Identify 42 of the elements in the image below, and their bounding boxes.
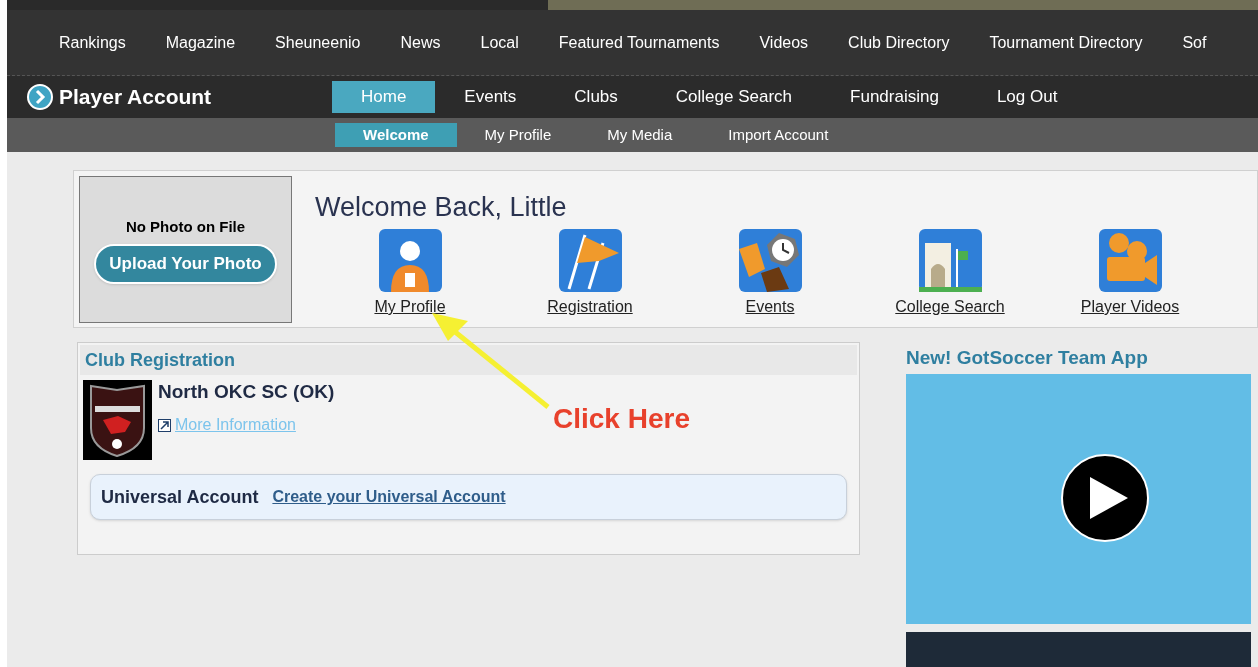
upload-photo-button[interactable]: Upload Your Photo: [94, 244, 277, 284]
panel-title: New! GotSoccer Team App: [906, 346, 1149, 370]
nav-tab[interactable]: College Search: [646, 81, 822, 113]
nav-link[interactable]: Club Directory: [848, 30, 950, 55]
nav-link[interactable]: Local: [480, 30, 519, 55]
shortcut-link[interactable]: College Search: [895, 295, 1005, 319]
photo-caption: No Photo on File: [125, 216, 246, 237]
shortcut-link[interactable]: My Profile: [374, 295, 446, 319]
nav-link[interactable]: Magazine: [165, 30, 236, 55]
sub-tab[interactable]: My Profile: [456, 123, 580, 147]
shortcut-link[interactable]: Events: [745, 295, 795, 319]
player-icon[interactable]: [378, 229, 442, 292]
sub-tab[interactable]: Import Account: [700, 123, 857, 147]
nav-link[interactable]: Sheuneenio: [275, 30, 361, 55]
nav-link[interactable]: Featured Tournaments: [558, 30, 720, 55]
universal-account-label: Universal Account: [101, 485, 259, 509]
external-link-icon: [158, 418, 171, 432]
welcome-heading: Welcome Back, Little: [315, 191, 568, 223]
nav-link[interactable]: Tournament Directory: [989, 30, 1143, 55]
building-icon[interactable]: [918, 229, 982, 292]
nav-tab[interactable]: Events: [435, 81, 546, 113]
nav-link[interactable]: Sof: [1182, 30, 1207, 55]
sub-tab[interactable]: My Media: [579, 123, 701, 147]
camera-icon[interactable]: [1098, 229, 1162, 292]
nav-link[interactable]: Rankings: [59, 30, 126, 55]
annotation-text: Click Here: [553, 402, 690, 436]
nav-link[interactable]: News: [400, 30, 441, 55]
flags-icon[interactable]: [558, 229, 622, 292]
account-title: Player Account: [59, 84, 213, 111]
shortcut-link[interactable]: Registration: [547, 295, 633, 319]
club-name: North OKC SC (OK): [158, 380, 335, 404]
shortcut-link[interactable]: Player Videos: [1080, 295, 1180, 319]
nav-link[interactable]: Videos: [759, 30, 809, 55]
nav-tab[interactable]: Fundraising: [821, 81, 968, 113]
nav-tab[interactable]: Clubs: [545, 81, 647, 113]
nav-tab[interactable]: Log Out: [967, 81, 1087, 113]
chevron-circle-icon: [27, 84, 53, 110]
video-thumbnail[interactable]: [906, 374, 1251, 624]
create-account-link[interactable]: Create your Universal Account: [272, 485, 506, 509]
play-icon: [1090, 477, 1128, 519]
clock-icon[interactable]: [738, 229, 802, 292]
panel-title: Club Registration: [85, 348, 235, 372]
